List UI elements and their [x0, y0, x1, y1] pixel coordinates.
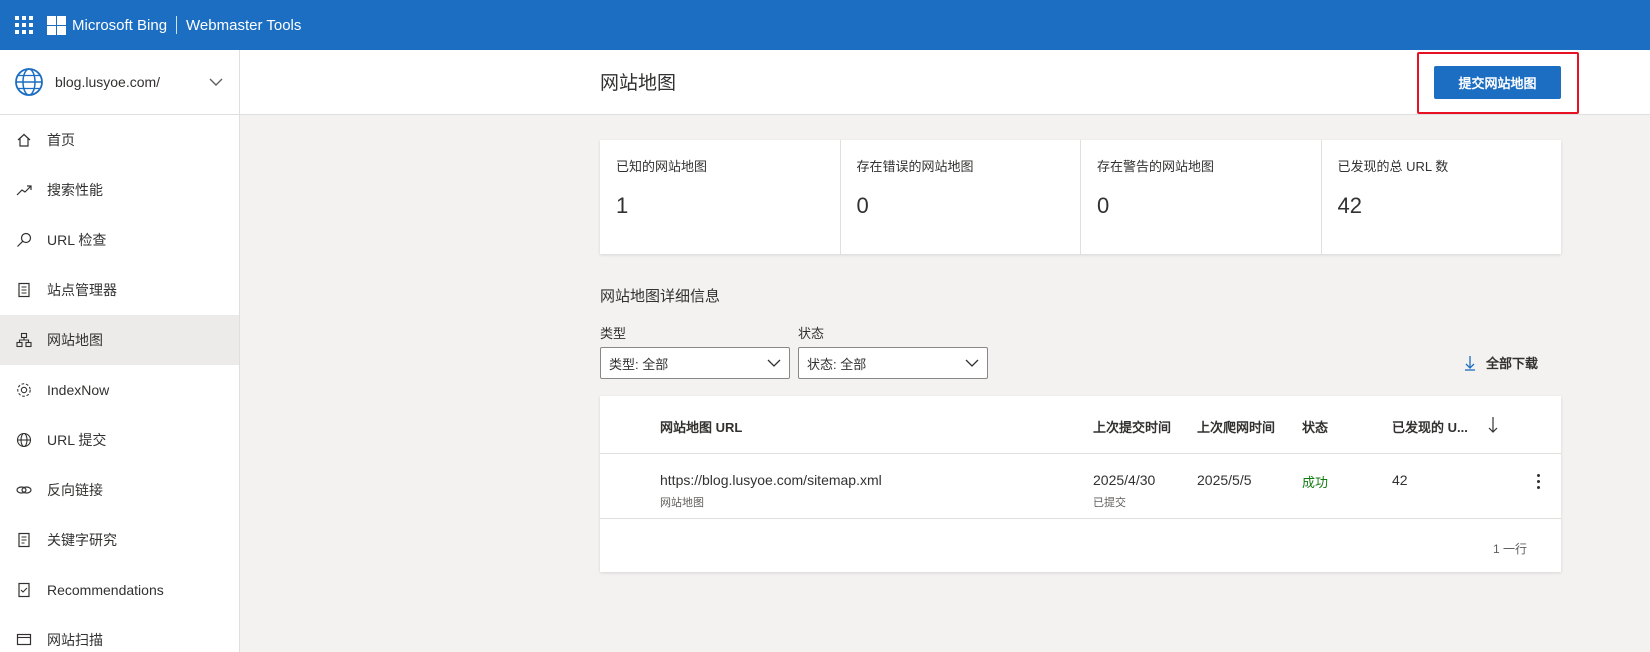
sitemap-type: 网站地图 [660, 497, 704, 509]
last-crawled: 2025/5/5 [1197, 472, 1252, 488]
nav-label: IndexNow [47, 382, 110, 398]
stat-value: 0 [1097, 193, 1110, 218]
nav-label: URL 提交 [47, 432, 107, 448]
stat-card-discovered-urls: 已发现的总 URL 数 42 [1322, 140, 1562, 254]
status-filter-select[interactable]: 状态: 全部 [798, 347, 988, 379]
sitemap-icon [16, 332, 32, 348]
scan-icon [16, 632, 32, 648]
app-launcher-icon[interactable] [15, 16, 33, 34]
stat-card-known-sitemaps: 已知的网站地图 1 [600, 140, 841, 254]
nav-item-sitemaps[interactable]: 网站地图 [0, 315, 239, 365]
nav-item-url-submission[interactable]: URL 提交 [0, 415, 239, 465]
nav-label: URL 检查 [47, 232, 107, 248]
nav-item-home[interactable]: 首页 [0, 115, 239, 165]
status-filter-label: 状态 [798, 326, 825, 341]
chevron-down-icon [965, 359, 979, 367]
status-text: 成功 [1302, 475, 1329, 490]
page-header: 网站地图 提交网站地图 [240, 50, 1650, 115]
stat-label: 已发现的总 URL 数 [1337, 159, 1449, 174]
submit-sitemap-button[interactable]: 提交网站地图 [1434, 66, 1561, 99]
brand-divider [176, 16, 178, 34]
column-header-crawled[interactable]: 上次爬网时间 [1197, 417, 1275, 436]
status-filter-value: 状态: 全部 [807, 356, 867, 372]
submitted-note: 已提交 [1093, 497, 1126, 509]
type-filter-label: 类型 [600, 326, 627, 341]
nav-label: 网站扫描 [47, 632, 103, 648]
nav-item-site-explorer[interactable]: 站点管理器 [0, 265, 239, 315]
column-header-discovered[interactable]: 已发现的 U... [1392, 417, 1468, 436]
nav-label: 关键字研究 [47, 532, 117, 548]
site-picker[interactable]: blog.lusyoe.com/ [0, 50, 239, 115]
nav-item-site-scan[interactable]: 网站扫描 [0, 615, 239, 652]
stat-value: 42 [1337, 193, 1362, 218]
sitemap-url[interactable]: https://blog.lusyoe.com/sitemap.xml [660, 472, 882, 488]
sort-down-arrow-icon[interactable] [1487, 416, 1499, 434]
globe-icon [16, 432, 32, 448]
stat-card-error-sitemaps: 存在错误的网站地图 0 [841, 140, 1081, 254]
stat-label: 存在警告的网站地图 [1097, 159, 1215, 174]
product-name[interactable]: Webmaster Tools [186, 17, 301, 34]
globe-icon [15, 68, 43, 96]
home-icon [16, 132, 32, 148]
nav-item-backlinks[interactable]: 反向链接 [0, 465, 239, 515]
stat-value: 1 [616, 193, 629, 218]
link-icon [16, 482, 32, 498]
top-bar: Microsoft Bing Webmaster Tools [0, 0, 1650, 50]
document-list-icon [16, 282, 32, 298]
type-filter-value: 类型: 全部 [609, 356, 669, 372]
stat-label: 存在错误的网站地图 [856, 159, 974, 174]
search-icon [16, 232, 32, 248]
nav-label: 首页 [47, 132, 75, 148]
nav-item-recommendations[interactable]: Recommendations [0, 565, 239, 615]
sidebar: blog.lusyoe.com/ 首页 搜索性能 URL 检查 站点管理器 网站… [0, 50, 240, 652]
column-header-status[interactable]: 状态 [1302, 417, 1328, 436]
download-all-button[interactable]: 全部下载 [1464, 353, 1538, 372]
table-header: 网站地图 URL 上次提交时间 上次爬网时间 状态 已发现的 U... [600, 396, 1561, 454]
stat-label: 已知的网站地图 [616, 159, 708, 174]
sitemap-table: 网站地图 URL 上次提交时间 上次爬网时间 状态 已发现的 U... http… [600, 396, 1561, 572]
trend-icon [16, 182, 32, 198]
chevron-down-icon [767, 359, 781, 367]
type-filter-select[interactable]: 类型: 全部 [600, 347, 790, 379]
microsoft-logo-icon [47, 15, 66, 35]
nav-item-indexnow[interactable]: IndexNow [0, 365, 239, 415]
stat-value: 0 [856, 193, 869, 218]
site-url: blog.lusyoe.com/ [55, 74, 161, 90]
last-submitted: 2025/4/30 [1093, 472, 1156, 488]
checklist-icon [16, 582, 32, 598]
download-all-label: 全部下载 [1486, 356, 1539, 371]
brand-name[interactable]: Microsoft Bing [72, 17, 167, 34]
nav-label: 搜索性能 [47, 182, 103, 198]
column-header-url[interactable]: 网站地图 URL [660, 417, 742, 436]
nav-label: Recommendations [47, 582, 164, 598]
stat-card-warning-sitemaps: 存在警告的网站地图 0 [1081, 140, 1322, 254]
download-icon [1465, 355, 1475, 371]
row-count: 1 一行 [1493, 542, 1528, 556]
chevron-down-icon[interactable] [209, 77, 223, 87]
page-title: 网站地图 [600, 73, 677, 94]
stats-cards: 已知的网站地图 1 存在错误的网站地图 0 存在警告的网站地图 0 已发现的总 … [600, 140, 1561, 254]
discovered-count: 42 [1392, 472, 1408, 488]
nav-item-search-performance[interactable]: 搜索性能 [0, 165, 239, 215]
nav-item-url-inspection[interactable]: URL 检查 [0, 215, 239, 265]
column-header-submitted[interactable]: 上次提交时间 [1093, 417, 1171, 436]
section-title: 网站地图详细信息 [600, 288, 721, 305]
document-icon [16, 532, 32, 548]
nav-label: 站点管理器 [47, 282, 117, 298]
more-options-icon[interactable] [1530, 471, 1546, 491]
nav-label: 网站地图 [47, 332, 103, 348]
nav-label: 反向链接 [47, 482, 103, 498]
gear-icon [16, 382, 32, 398]
nav-item-keyword-research[interactable]: 关键字研究 [0, 515, 239, 565]
table-row[interactable]: https://blog.lusyoe.com/sitemap.xml 网站地图… [600, 454, 1561, 519]
